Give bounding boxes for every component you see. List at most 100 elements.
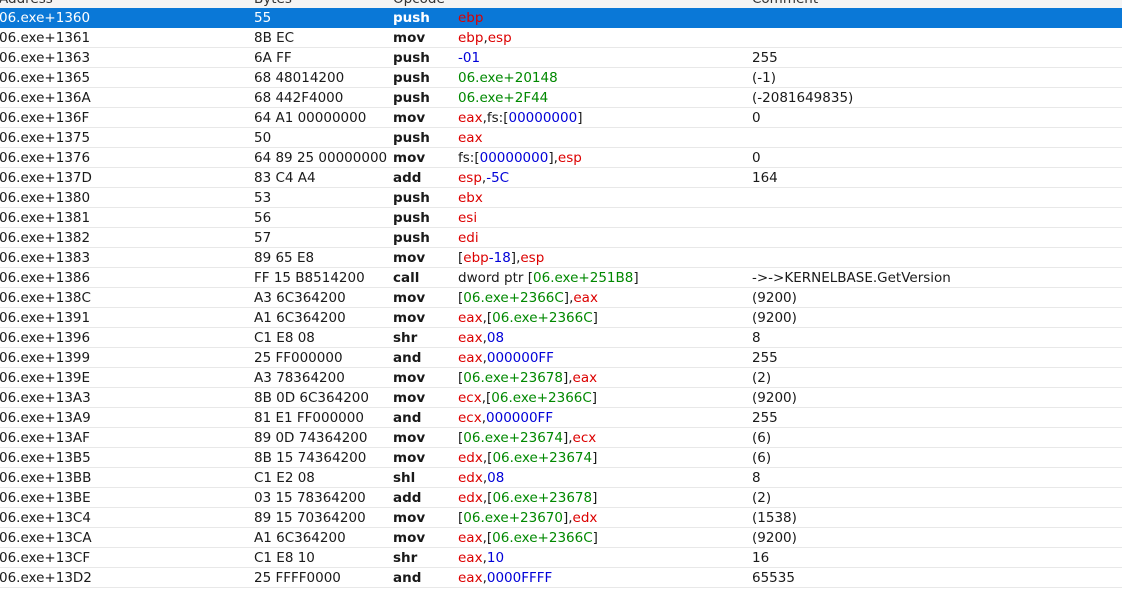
- instruction-row[interactable]: 06.exe+13A9 81 E1 FF000000 and ecx,000000FF…: [0, 408, 1122, 428]
- operand-token: dword ptr [: [458, 270, 534, 286]
- bytes-cell: 8B EC: [254, 30, 295, 46]
- comment-cell: 0: [752, 150, 761, 166]
- operand-token: 06.exe+2F44: [458, 90, 549, 106]
- operands-cell: edi: [458, 228, 479, 248]
- operand-token: 06.exe+2366C: [463, 290, 564, 306]
- bytes-cell: 25 FFFF0000: [254, 570, 341, 586]
- comment-cell: (1538): [752, 510, 797, 526]
- bytes-cell: 56: [254, 210, 272, 226]
- operand-token: eax: [458, 530, 483, 546]
- instruction-row[interactable]: 06.exe+1380 53 push ebx: [0, 188, 1122, 208]
- opcode-cell: mov: [393, 530, 426, 546]
- operands-cell: edx,[06.exe+23678]: [458, 488, 597, 508]
- instruction-row[interactable]: 06.exe+1396 C1 E8 08 shr eax,08 8: [0, 328, 1122, 348]
- bytes-cell: 64 89 25 00000000: [254, 150, 388, 166]
- instruction-row[interactable]: 06.exe+13D2 25 FFFF0000 and eax,0000FFFF 655…: [0, 568, 1122, 588]
- instruction-row[interactable]: 06.exe+1382 57 push edi: [0, 228, 1122, 248]
- instruction-row[interactable]: 06.exe+13CF C1 E8 10 shr eax,10 16: [0, 548, 1122, 568]
- address-cell: 06.exe+13CF: [0, 550, 91, 566]
- comment-cell: (-1): [752, 70, 776, 86]
- opcode-cell: mov: [393, 290, 426, 306]
- operand-token: 06.exe+23670: [463, 510, 563, 526]
- operand-token: 06.exe+20148: [458, 70, 558, 86]
- bytes-cell: A3 6C364200: [254, 290, 346, 306]
- address-cell: 06.exe+13D2: [0, 570, 92, 586]
- operand-token: ebp: [458, 10, 484, 26]
- instruction-row[interactable]: 06.exe+13BB C1 E2 08 shl edx,08 8: [0, 468, 1122, 488]
- operand-token: ]: [592, 310, 598, 326]
- instruction-row[interactable]: 06.exe+1386 FF 15 B8514200 call dword ptr […: [0, 268, 1122, 288]
- operand-token: 06.exe+23674: [492, 450, 593, 466]
- comment-cell: 164: [752, 170, 778, 186]
- operands-cell: eax,000000FF: [458, 348, 554, 368]
- instruction-row[interactable]: 06.exe+1391 A1 6C364200 mov eax,[06.exe+236…: [0, 308, 1122, 328]
- instruction-row[interactable]: 06.exe+138C A3 6C364200 mov [06.exe+2366C],…: [0, 288, 1122, 308]
- address-cell: 06.exe+13BE: [0, 490, 91, 506]
- comment-cell: (9200): [752, 290, 797, 306]
- operand-token: ]: [577, 110, 583, 126]
- selected-instruction-row[interactable]: 06.exe+1360 55 push ebp: [0, 8, 1122, 28]
- bytes-cell: 8B 0D 6C364200: [254, 390, 369, 406]
- instruction-row[interactable]: 06.exe+1375 50 push eax: [0, 128, 1122, 148]
- instruction-row[interactable]: 06.exe+13AF 89 0D 74364200 mov [06.exe+2367…: [0, 428, 1122, 448]
- instruction-row[interactable]: 06.exe+13C4 89 15 70364200 mov [06.exe+2367…: [0, 508, 1122, 528]
- operand-token: ecx: [572, 430, 597, 446]
- operands-cell: ecx,000000FF: [458, 408, 553, 428]
- column-header-bytes[interactable]: Bytes: [254, 0, 292, 8]
- operand-token: eax: [458, 330, 483, 346]
- operands-cell: esp,-5C: [458, 168, 509, 188]
- opcode-cell: call: [393, 270, 420, 286]
- bytes-cell: A1 6C364200: [254, 530, 346, 546]
- instruction-row[interactable]: 06.exe+139E A3 78364200 mov [06.exe+23678],…: [0, 368, 1122, 388]
- comment-cell: (9200): [752, 530, 797, 546]
- instruction-row[interactable]: 06.exe+136F 64 A1 00000000 mov eax,fs:[0000…: [0, 108, 1122, 128]
- address-cell: 06.exe+13BB: [0, 470, 92, 486]
- operand-token: edx: [458, 470, 483, 486]
- operands-cell: eax,[06.exe+2366C]: [458, 308, 598, 328]
- operands-cell: dword ptr [06.exe+251B8]: [458, 268, 639, 288]
- instruction-row[interactable]: 06.exe+13B5 8B 15 74364200 mov edx,[06.exe+…: [0, 448, 1122, 468]
- opcode-cell: push: [393, 130, 430, 146]
- instruction-row[interactable]: 06.exe+13BE 03 15 78364200 add edx,[06.exe+…: [0, 488, 1122, 508]
- instruction-row[interactable]: 06.exe+1365 68 48014200 push 06.exe+20148 (-…: [0, 68, 1122, 88]
- address-cell: 06.exe+13AF: [0, 430, 90, 446]
- bytes-cell: 55: [254, 10, 272, 26]
- address-cell: 06.exe+138C: [0, 290, 91, 306]
- bytes-cell: 53: [254, 190, 272, 206]
- instruction-row[interactable]: 06.exe+13CA A1 6C364200 mov eax,[06.exe+236…: [0, 528, 1122, 548]
- instruction-row[interactable]: 06.exe+1381 56 push esi: [0, 208, 1122, 228]
- opcode-cell: push: [393, 50, 430, 66]
- address-cell: 06.exe+13A3: [0, 390, 91, 406]
- bytes-cell: 64 A1 00000000: [254, 110, 367, 126]
- column-header-opcode[interactable]: Opcode: [393, 0, 445, 8]
- operands-cell: 06.exe+2F44: [458, 88, 548, 108]
- instruction-row[interactable]: 06.exe+1363 6A FF push -01 255: [0, 48, 1122, 68]
- column-header-address[interactable]: Address: [0, 0, 53, 8]
- operands-cell: eax,10: [458, 548, 504, 568]
- bytes-cell: 68 48014200: [254, 70, 345, 86]
- instruction-row[interactable]: 06.exe+137D 83 C4 A4 add esp,-5C 164: [0, 168, 1122, 188]
- address-cell: 06.exe+1380: [0, 190, 91, 206]
- instruction-row[interactable]: 06.exe+1376 64 89 25 00000000 mov fs:[00000…: [0, 148, 1122, 168]
- operand-token: edx: [458, 490, 483, 506]
- operand-token: 0000FFFF: [486, 570, 553, 586]
- comment-cell: (6): [752, 430, 772, 446]
- instruction-row[interactable]: 06.exe+1361 8B EC mov ebp,esp: [0, 28, 1122, 48]
- instruction-row[interactable]: 06.exe+1383 89 65 E8 mov [ebp-18],esp: [0, 248, 1122, 268]
- operand-token: esp: [520, 250, 545, 266]
- column-header-comment[interactable]: Comment: [752, 0, 818, 8]
- opcode-cell: add: [393, 490, 422, 506]
- comment-cell: (2): [752, 370, 772, 386]
- instruction-row[interactable]: 06.exe+1399 25 FF000000 and eax,000000FF 255: [0, 348, 1122, 368]
- operand-token: esp: [458, 170, 482, 186]
- instruction-row[interactable]: 06.exe+136A 68 442F4000 push 06.exe+2F44 (-2…: [0, 88, 1122, 108]
- operand-token: 06.exe+2366C: [491, 390, 592, 406]
- address-cell: 06.exe+1391: [0, 310, 91, 326]
- operand-token: ecx: [458, 390, 482, 406]
- bytes-cell: 89 65 E8: [254, 250, 315, 266]
- comment-cell: (9200): [752, 310, 797, 326]
- opcode-cell: push: [393, 10, 430, 26]
- operand-token: 06.exe+23678: [463, 370, 563, 386]
- instruction-row[interactable]: 06.exe+13A3 8B 0D 6C364200 mov ecx,[06.exe+…: [0, 388, 1122, 408]
- opcode-cell: and: [393, 410, 422, 426]
